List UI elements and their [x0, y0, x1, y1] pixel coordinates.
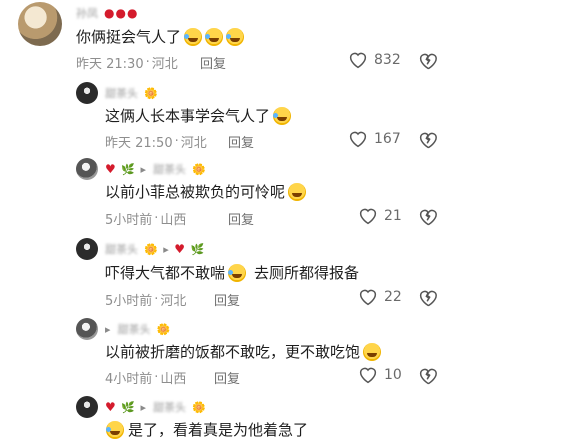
username-line[interactable]: ♥ 🌿 ▸ 甜茶头 🌼: [105, 162, 207, 176]
comment-location: 山西: [160, 213, 187, 228]
comment-body: 你俩挺会气人了: [76, 28, 182, 46]
comment-meta: 5小时前 · 山西: [105, 209, 186, 228]
username-line[interactable]: 孙凤 ●●●: [76, 6, 138, 20]
meta-separator: ·: [154, 292, 159, 307]
comment-body: 以前被折磨的饭都不敢吃，更不敢吃饱: [105, 343, 361, 361]
laughing-crying-emoji-icon: [184, 27, 203, 46]
comment-body: 这俩人长本事学会气人了: [105, 107, 271, 125]
username: 甜茶头: [152, 163, 186, 176]
like-count: 10: [384, 367, 402, 383]
meta-separator: ·: [174, 134, 179, 149]
username: 孙凤: [76, 7, 98, 20]
comment-body: 以前小菲总被欺负的可怜呢: [105, 183, 286, 201]
comment-6: ♥ 🌿 ▸ 甜茶头 🌼 是了，看着真是为他着急了: [0, 394, 562, 442]
avatar[interactable]: [76, 396, 98, 418]
heart-outline-icon: [349, 131, 367, 148]
avatar[interactable]: [76, 82, 98, 104]
broken-heart-icon[interactable]: [418, 367, 438, 385]
comment-meta: 昨天 21:30 · 河北: [76, 53, 178, 72]
username: 甜茶头: [105, 87, 138, 100]
like-button[interactable]: 832: [348, 51, 401, 69]
username: 甜茶头: [105, 243, 138, 256]
reply-button[interactable]: 回复: [228, 209, 254, 228]
comment-location: 河北: [180, 136, 207, 151]
like-count: 167: [374, 131, 401, 147]
meta-separator: ·: [145, 55, 150, 70]
comment-meta: 5小时前 · 河北: [105, 290, 186, 309]
laughing-crying-emoji-icon: [226, 27, 245, 46]
like-button[interactable]: 167: [348, 130, 401, 148]
laughing-crying-emoji-icon: [228, 263, 247, 282]
comment-3: ♥ 🌿 ▸ 甜茶头 🌼 以前小菲总被欺负的可怜呢 5小时前 · 山西 回复 21: [0, 156, 562, 228]
comment-time: 昨天 21:50: [105, 136, 173, 151]
heart-outline-icon: [359, 289, 377, 306]
broken-heart-icon[interactable]: [418, 52, 438, 70]
comment-location: 河北: [160, 294, 187, 309]
avatar[interactable]: [76, 158, 98, 180]
username-decoration: ♥ 🌿 ▸: [105, 400, 147, 414]
username-decoration: 🌼: [144, 86, 159, 100]
like-button[interactable]: 21: [358, 207, 402, 225]
comment-time: 5小时前: [105, 294, 153, 309]
broken-heart-icon[interactable]: [418, 208, 438, 226]
comment-body: 是了，看着真是为他着急了: [128, 421, 309, 439]
comment-2: 甜茶头 🌼 这俩人长本事学会气人了 昨天 21:50 · 河北 回复 167: [0, 80, 562, 152]
laughing-crying-emoji-icon: [106, 420, 124, 439]
reply-button[interactable]: 回复: [214, 368, 240, 387]
heart-outline-icon: [359, 367, 377, 384]
username-decoration: 🌼: [191, 400, 207, 414]
grinning-emoji-icon: [363, 342, 382, 361]
comment-text: 以前小菲总被欺负的可怜呢: [105, 181, 307, 202]
comment-5: ▸ 甜茶头 🌼 以前被折磨的饭都不敢吃，更不敢吃饱 4小时前 · 山西 回复 1…: [0, 316, 562, 388]
reply-button[interactable]: 回复: [200, 53, 226, 72]
comment-text: 你俩挺会气人了: [76, 26, 245, 47]
grinning-emoji-icon: [288, 182, 307, 201]
comment-meta: 昨天 21:50 · 河北: [105, 132, 207, 151]
comment-body-continued: 去厕所都得报备: [254, 264, 360, 282]
username-line[interactable]: ▸ 甜茶头 🌼: [105, 322, 172, 337]
comment-time: 5小时前: [105, 213, 153, 228]
comment-text: 是了，看着真是为他着急了: [105, 419, 308, 440]
heart-outline-icon: [359, 208, 377, 225]
comment-body: 吓得大气都不敢喘: [105, 264, 226, 282]
username-line[interactable]: ♥ 🌿 ▸ 甜茶头 🌼: [105, 400, 207, 414]
laughing-crying-emoji-icon: [273, 106, 292, 125]
like-count: 22: [384, 289, 402, 305]
username-line[interactable]: 甜茶头 🌼: [105, 86, 159, 101]
heart-outline-icon: [349, 52, 367, 69]
comment-time: 4小时前: [105, 372, 153, 387]
comment-time: 昨天 21:30: [76, 57, 144, 72]
username-decoration: ♥ 🌿 ▸: [105, 162, 147, 176]
username: 甜茶头: [117, 323, 151, 336]
username: 甜茶头: [152, 401, 186, 414]
comment-4: 甜茶头 🌼 ▸ ♥ 🌿 吓得大气都不敢喘 去厕所都得报备 5小时前 · 河北 回…: [0, 236, 562, 309]
username-line[interactable]: 甜茶头 🌼 ▸ ♥ 🌿: [105, 242, 205, 256]
broken-heart-icon[interactable]: [418, 289, 438, 307]
laughing-crying-emoji-icon: [205, 27, 224, 46]
meta-separator: ·: [154, 211, 159, 226]
broken-heart-icon[interactable]: [418, 131, 438, 149]
comment-1: 孙凤 ●●● 你俩挺会气人了 昨天 21:30 · 河北 回复 832: [0, 0, 562, 78]
reply-button[interactable]: 回复: [214, 290, 240, 309]
avatar[interactable]: [76, 238, 98, 260]
username-decoration: 🌼: [191, 162, 207, 176]
username-decoration: 🌼: [156, 322, 172, 336]
like-button[interactable]: 22: [358, 288, 402, 306]
username-decoration: 🌼 ▸ ♥ 🌿: [144, 242, 206, 256]
comment-location: 河北: [151, 57, 178, 72]
reply-button[interactable]: 回复: [228, 132, 254, 151]
username-decoration: ▸: [105, 322, 112, 336]
comment-text: 吓得大气都不敢喘 去厕所都得报备: [105, 262, 359, 283]
comment-location: 山西: [160, 372, 187, 387]
like-button[interactable]: 10: [358, 366, 402, 384]
avatar[interactable]: [76, 318, 98, 340]
like-count: 832: [374, 52, 401, 68]
meta-separator: ·: [154, 370, 159, 385]
username-decoration: ●●●: [104, 6, 139, 20]
comment-text: 以前被折磨的饭都不敢吃，更不敢吃饱: [105, 341, 382, 362]
comment-text: 这俩人长本事学会气人了: [105, 105, 292, 126]
like-count: 21: [384, 208, 402, 224]
avatar[interactable]: [18, 2, 62, 46]
comment-meta: 4小时前 · 山西: [105, 368, 186, 387]
